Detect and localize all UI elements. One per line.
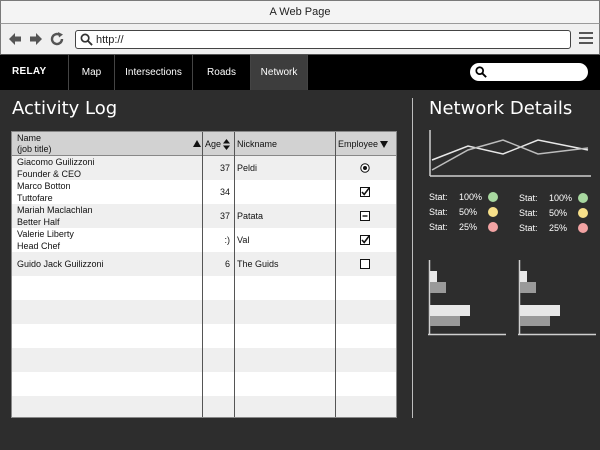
stat-label: Stat:: [519, 193, 538, 203]
bar-chart-icon: [518, 260, 596, 336]
person-name: Guido Jack Guilizzoni: [17, 259, 104, 269]
back-arrow-icon[interactable]: [7, 31, 23, 47]
forward-arrow-icon[interactable]: [28, 31, 44, 47]
cell-nickname: The Guids: [237, 259, 279, 269]
table-row-empty: [12, 348, 396, 372]
person-name: Mariah Maclachlan: [17, 205, 93, 215]
status-dot-green: [488, 192, 498, 202]
column-header-name-label: Name: [17, 133, 42, 143]
cell-nickname: Val: [237, 235, 250, 245]
line-chart-icon: [429, 130, 591, 177]
table-header: Name (job title) Age Nickname Employee: [12, 132, 396, 157]
nav-item-network[interactable]: Network: [250, 55, 308, 90]
hamburger-menu-icon[interactable]: [579, 32, 593, 46]
stat-value: 100%: [459, 192, 483, 202]
brand-logo[interactable]: RELAY: [12, 66, 46, 77]
address-bar[interactable]: [75, 30, 571, 49]
sort-both-icon[interactable]: [223, 139, 230, 150]
activity-log-table: Name (job title) Age Nickname Employee G…: [11, 131, 397, 418]
person-name: Marco Botton: [17, 181, 71, 191]
status-dot-red: [488, 222, 498, 232]
navbar-search[interactable]: [470, 63, 588, 81]
nav-item-intersections[interactable]: Intersections: [114, 55, 192, 90]
activity-log-title: Activity Log: [12, 98, 118, 119]
cell-name: Marco Botton Tuttofare: [17, 180, 71, 204]
employee-radio[interactable]: [360, 163, 370, 173]
stat-value: 25%: [459, 222, 478, 232]
employee-checkbox-checked[interactable]: [360, 235, 370, 245]
column-divider: [335, 132, 336, 417]
navbar-search-input[interactable]: [490, 65, 580, 79]
stat-value: 50%: [549, 208, 568, 218]
cell-name: Mariah Maclachlan Better Half: [17, 204, 93, 228]
network-details-title: Network Details: [429, 98, 573, 119]
status-dot-red: [578, 223, 588, 233]
person-title: Better Half: [17, 217, 60, 227]
cell-nickname: Peldi: [237, 163, 258, 173]
stat-label: Stat:: [519, 223, 538, 233]
window-titlebar: A Web Page: [0, 0, 600, 24]
column-header-name-sublabel: (job title): [17, 144, 52, 154]
search-icon: [80, 33, 93, 46]
browser-toolbar: [0, 24, 600, 55]
cell-name: Valerie Liberty Head Chef: [17, 228, 74, 252]
cell-age: :): [224, 235, 231, 245]
table-row-empty: [12, 300, 396, 324]
url-input[interactable]: [96, 32, 556, 47]
search-icon: [475, 66, 487, 78]
cell-age: 6: [224, 259, 230, 269]
cell-age: 37: [219, 163, 230, 173]
cell-age: 34: [219, 187, 230, 197]
stat-label: Stat:: [429, 192, 448, 202]
stat-value: 25%: [549, 223, 568, 233]
cell-age: 37: [219, 211, 230, 221]
stat-value: 100%: [549, 193, 573, 203]
nav-item-map[interactable]: Map: [68, 55, 114, 90]
table-row-empty: [12, 276, 396, 300]
column-header-employee[interactable]: Employee: [338, 132, 378, 156]
person-title: Founder & CEO: [17, 169, 82, 179]
nav-item-roads[interactable]: Roads: [192, 55, 250, 90]
person-name: Valerie Liberty: [17, 229, 74, 239]
column-divider: [234, 132, 235, 417]
stat-value: 50%: [459, 207, 478, 217]
employee-checkbox-checked[interactable]: [360, 187, 370, 197]
browser-window: A Web Page RELAY Map Intersections Roads…: [0, 0, 600, 450]
column-header-nickname[interactable]: Nickname: [237, 132, 277, 156]
status-dot-yellow: [488, 207, 498, 217]
bar-chart-icon: [428, 260, 506, 336]
stat-label: Stat:: [429, 207, 448, 217]
cell-nickname: Patata: [237, 211, 264, 221]
person-title: Tuttofare: [17, 193, 53, 203]
stat-label: Stat:: [519, 208, 538, 218]
table-row-empty: [12, 324, 396, 348]
stat-label: Stat:: [429, 222, 448, 232]
cell-name: Giacomo Guilizzoni Founder & CEO: [17, 156, 95, 180]
sort-ascending-icon[interactable]: [193, 140, 201, 147]
sort-descending-icon[interactable]: [380, 141, 388, 148]
section-divider: [412, 98, 413, 418]
person-title: Head Chef: [17, 241, 61, 251]
cell-name: Guido Jack Guilizzoni: [17, 252, 104, 276]
status-dot-yellow: [578, 208, 588, 218]
table-row-empty: [12, 396, 396, 417]
status-dot-green: [578, 193, 588, 203]
column-header-age[interactable]: Age: [205, 132, 221, 156]
employee-checkbox-unchecked[interactable]: [360, 259, 370, 269]
table-row-empty: [12, 372, 396, 396]
person-name: Giacomo Guilizzoni: [17, 157, 95, 167]
column-header-name[interactable]: Name (job title): [17, 133, 52, 157]
reload-icon[interactable]: [49, 31, 65, 47]
employee-checkbox-indeterminate[interactable]: [360, 211, 370, 221]
top-navbar: RELAY Map Intersections Roads Network: [0, 55, 600, 90]
column-divider: [202, 132, 203, 417]
window-title: A Web Page: [269, 6, 331, 18]
